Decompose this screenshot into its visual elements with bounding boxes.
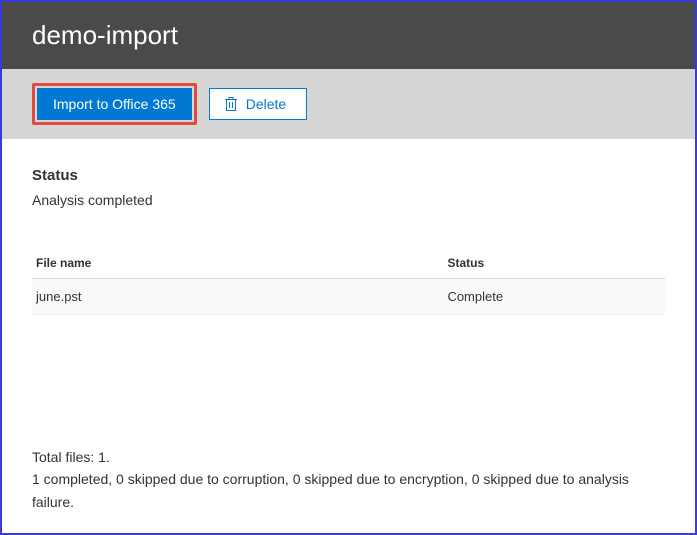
toolbar: Import to Office 365 Delete (2, 69, 695, 139)
table-row: june.pst Complete (32, 279, 665, 315)
highlight-box: Import to Office 365 (32, 83, 197, 125)
page-title: demo-import (32, 20, 178, 50)
col-header-filename: File name (32, 248, 443, 279)
summary: Total files: 1. 1 completed, 0 skipped d… (32, 446, 665, 513)
content-area: Status Analysis completed File name Stat… (2, 139, 695, 533)
delete-button[interactable]: Delete (209, 88, 307, 120)
cell-status: Complete (443, 279, 665, 315)
col-header-status: Status (443, 248, 665, 279)
cell-filename: june.pst (32, 279, 443, 315)
spacer (32, 315, 665, 446)
import-button[interactable]: Import to Office 365 (37, 88, 192, 120)
delete-button-label: Delete (246, 96, 286, 112)
status-text: Analysis completed (32, 192, 665, 208)
files-table: File name Status june.pst Complete (32, 248, 665, 315)
summary-total: Total files: 1. (32, 446, 665, 468)
trash-icon (224, 96, 238, 112)
import-button-label: Import to Office 365 (53, 96, 176, 112)
summary-breakdown: 1 completed, 0 skipped due to corruption… (32, 468, 665, 513)
page-header: demo-import (2, 2, 695, 69)
status-heading: Status (32, 167, 665, 184)
